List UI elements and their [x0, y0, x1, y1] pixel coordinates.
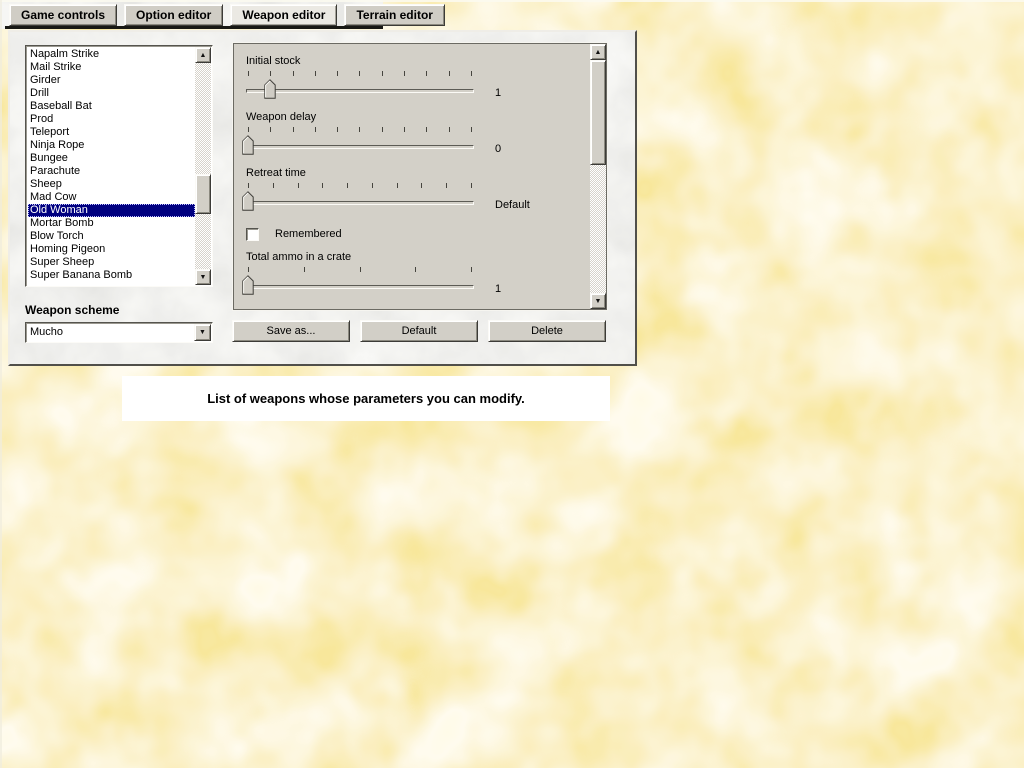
scroll-up-button[interactable] — [590, 44, 606, 60]
slider-thumb[interactable] — [242, 275, 254, 295]
list-item-blow-torch[interactable]: Blow Torch — [28, 230, 195, 243]
slider-channel[interactable] — [246, 89, 474, 93]
slider-retreat-time: Retreat time Default — [246, 167, 589, 213]
parameter-rows: Initial stock 1 Weapon delay 0 Retreat time D… — [234, 44, 589, 309]
list-item-teleport[interactable]: Teleport — [28, 126, 195, 139]
tick-marks — [246, 71, 474, 76]
list-item-bungee[interactable]: Bungee — [28, 152, 195, 165]
checkbox-remembered[interactable] — [246, 228, 259, 241]
slider-value: 1 — [495, 87, 501, 100]
tab-terrain-editor[interactable]: Terrain editor — [344, 4, 444, 26]
tick-marks — [246, 127, 474, 132]
scrollbar-thumb[interactable] — [195, 174, 211, 214]
slider-channel[interactable] — [246, 145, 474, 149]
list-item-old-woman[interactable]: Old Woman — [28, 204, 195, 217]
weapon-list-scrollbar — [195, 47, 211, 285]
tab-game-controls[interactable]: Game controls — [9, 4, 117, 26]
slider-label: Appears in crates — [246, 308, 589, 309]
scroll-down-button[interactable] — [195, 269, 211, 285]
list-item-mail-strike[interactable]: Mail Strike — [28, 61, 195, 74]
checkbox-row-remembered: Remembered — [246, 227, 589, 241]
slider-total-ammo-in-a-crate: Total ammo in a crate 1 — [246, 251, 589, 297]
checkbox-label: Remembered — [275, 228, 342, 241]
list-item-napalm-strike[interactable]: Napalm Strike — [28, 48, 195, 61]
window-left-edge — [0, 0, 2, 768]
action-button-row: Save as... Default Delete — [232, 320, 606, 342]
slider-label: Initial stock — [246, 55, 589, 68]
list-item-ninja-rope[interactable]: Ninja Rope — [28, 139, 195, 152]
tab-weapon-editor[interactable]: Weapon editor — [230, 4, 337, 26]
list-item-mortar-bomb[interactable]: Mortar Bomb — [28, 217, 195, 230]
slider-channel[interactable] — [246, 285, 474, 289]
window-top-edge — [0, 0, 1024, 2]
default-button[interactable]: Default — [360, 320, 478, 342]
slider-value: 0 — [495, 143, 501, 156]
save-as-button[interactable]: Save as... — [232, 320, 350, 342]
slider-label: Weapon delay — [246, 111, 589, 124]
scroll-down-button[interactable] — [590, 293, 606, 309]
weapon-scheme-dropdown[interactable]: Mucho — [25, 322, 213, 343]
slider-value: Default — [495, 199, 530, 212]
tab-underline — [5, 26, 383, 29]
parameters-pane: Initial stock 1 Weapon delay 0 Retreat time D… — [233, 43, 607, 310]
tab-option-editor[interactable]: Option editor — [124, 4, 223, 26]
dropdown-arrow-button[interactable] — [194, 324, 211, 341]
slider-value: 1 — [495, 283, 501, 296]
list-item-baseball-bat[interactable]: Baseball Bat — [28, 100, 195, 113]
scrollbar-track[interactable] — [195, 63, 211, 269]
slider-appears-in-crates: Appears in crates — [246, 308, 589, 309]
tick-marks — [246, 267, 474, 272]
list-item-drill[interactable]: Drill — [28, 87, 195, 100]
list-item-sheep[interactable]: Sheep — [28, 178, 195, 191]
weapon-editor-panel: Napalm StrikeMail StrikeGirderDrillBaseb… — [8, 30, 637, 366]
list-item-super-banana-bomb[interactable]: Super Banana Bomb — [28, 269, 195, 282]
tooltip-text: List of weapons whose parameters you can… — [122, 376, 610, 421]
arrow-up-icon — [200, 52, 207, 59]
list-item-mad-cow[interactable]: Mad Cow — [28, 191, 195, 204]
tab-bar: Game controls Option editor Weapon editor T… — [9, 4, 445, 26]
list-item-super-sheep[interactable]: Super Sheep — [28, 256, 195, 269]
delete-button[interactable]: Delete — [488, 320, 606, 342]
arrow-down-icon — [200, 274, 207, 281]
scrollbar-track[interactable] — [590, 60, 606, 293]
slider-label: Total ammo in a crate — [246, 251, 589, 264]
list-item-girder[interactable]: Girder — [28, 74, 195, 87]
slider-initial-stock: Initial stock 1 — [246, 55, 589, 101]
weapon-scheme-value: Mucho — [30, 326, 63, 339]
slider-thumb[interactable] — [264, 79, 276, 99]
slider-thumb[interactable] — [242, 191, 254, 211]
scroll-up-button[interactable] — [195, 47, 211, 63]
chevron-down-icon — [199, 329, 206, 336]
tick-marks — [246, 183, 474, 188]
arrow-down-icon — [595, 298, 602, 305]
weapon-scheme-label: Weapon scheme — [25, 303, 119, 317]
list-item-parachute[interactable]: Parachute — [28, 165, 195, 178]
weapon-list-items: Napalm StrikeMail StrikeGirderDrillBaseb… — [28, 48, 195, 284]
slider-label: Retreat time — [246, 167, 589, 180]
slider-channel[interactable] — [246, 201, 474, 205]
list-item-prod[interactable]: Prod — [28, 113, 195, 126]
slider-weapon-delay: Weapon delay 0 — [246, 111, 589, 157]
weapon-editor-screen: Game controls Option editor Weapon editor T… — [0, 0, 1024, 768]
tab-strip: Game controlsOption editorWeapon editorT… — [0, 0, 383, 29]
weapon-list: Napalm StrikeMail StrikeGirderDrillBaseb… — [25, 45, 213, 287]
scrollbar-thumb[interactable] — [590, 60, 606, 165]
parameters-scrollbar — [590, 44, 606, 309]
slider-thumb[interactable] — [242, 135, 254, 155]
list-item-homing-pigeon[interactable]: Homing Pigeon — [28, 243, 195, 256]
arrow-up-icon — [595, 49, 602, 56]
